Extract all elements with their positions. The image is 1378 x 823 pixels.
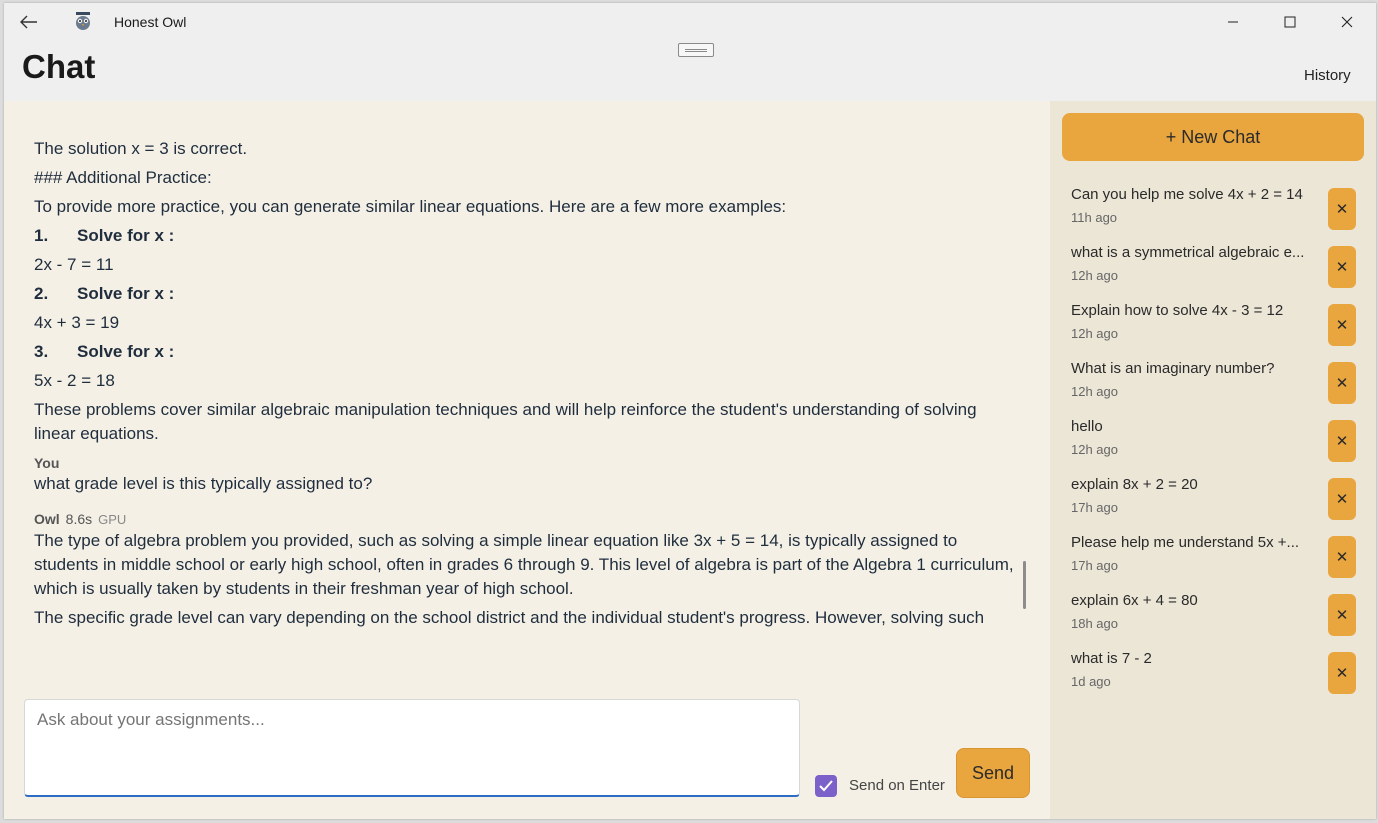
message-scrollbar[interactable] <box>1023 561 1026 609</box>
list-item: 1. Solve for x : <box>34 224 1019 248</box>
equation-text: 4x + 3 = 19 <box>34 313 120 332</box>
send-on-enter-checkbox[interactable] <box>815 775 837 797</box>
history-item[interactable]: explain 6x + 4 = 80 18h ago ✕ <box>1062 589 1368 641</box>
delete-chat-button[interactable]: ✕ <box>1328 652 1356 694</box>
close-window-button[interactable] <box>1324 3 1370 41</box>
user-sender-label: You <box>34 455 60 471</box>
message-text: ### Additional Practice: <box>34 168 212 187</box>
history-item-time: 1d ago <box>1071 674 1111 689</box>
equation-text: 2x - 7 = 11 <box>34 255 114 274</box>
history-sidebar: + New Chat Can you help me solve 4x + 2 … <box>1050 101 1376 819</box>
maximize-button[interactable] <box>1267 3 1313 41</box>
history-item-time: 12h ago <box>1071 384 1118 399</box>
history-item[interactable]: what is 7 - 2 1d ago ✕ <box>1062 647 1368 699</box>
list-item: 3. Solve for x : <box>34 340 1019 364</box>
equation-text: 5x - 2 = 18 <box>34 371 115 390</box>
page-header: Chat History <box>4 41 1376 101</box>
history-item-title: Can you help me solve 4x + 2 = 14 <box>1071 186 1303 203</box>
chat-pane: The solution x = 3 is correct. ### Addit… <box>4 101 1050 819</box>
delete-chat-button[interactable]: ✕ <box>1328 188 1356 230</box>
history-item-time: 17h ago <box>1071 500 1118 515</box>
arrow-left-icon <box>20 15 37 29</box>
send-on-enter-label: Send on Enter <box>849 777 945 794</box>
page-title: Chat <box>22 48 96 85</box>
list-number: 2. <box>34 284 49 303</box>
history-item[interactable]: hello 12h ago ✕ <box>1062 415 1368 467</box>
back-button[interactable] <box>14 9 44 35</box>
history-item-title: explain 8x + 2 = 20 <box>1071 476 1198 493</box>
response-time: 8.6s <box>65 511 93 527</box>
close-icon: ✕ <box>1335 607 1349 624</box>
history-item-time: 17h ago <box>1071 558 1118 573</box>
close-icon: ✕ <box>1335 549 1349 566</box>
delete-chat-button[interactable]: ✕ <box>1328 536 1356 578</box>
close-icon: ✕ <box>1335 375 1349 392</box>
list-number: 3. <box>34 342 49 361</box>
history-item-time: 12h ago <box>1071 442 1118 457</box>
history-item-title: what is a symmetrical algebraic e... <box>1071 244 1305 261</box>
minimize-icon <box>1228 21 1238 23</box>
history-button[interactable]: History <box>1304 67 1351 84</box>
delete-chat-button[interactable]: ✕ <box>1328 362 1356 404</box>
history-item-time: 12h ago <box>1071 326 1118 341</box>
history-item[interactable]: what is a symmetrical algebraic e... 12h… <box>1062 241 1368 293</box>
assistant-message-meta: Owl 8.6s GPU <box>34 510 1019 529</box>
history-item[interactable]: Explain how to solve 4x - 3 = 12 12h ago… <box>1062 299 1368 351</box>
history-item-title: Explain how to solve 4x - 3 = 12 <box>1071 302 1284 319</box>
history-item[interactable]: explain 8x + 2 = 20 17h ago ✕ <box>1062 473 1368 525</box>
title-bar: Honest Owl <box>4 3 1376 41</box>
history-item[interactable]: Can you help me solve 4x + 2 = 14 11h ag… <box>1062 183 1368 235</box>
delete-chat-button[interactable]: ✕ <box>1328 478 1356 520</box>
checkmark-icon <box>819 780 833 792</box>
close-icon: ✕ <box>1335 317 1349 334</box>
delete-chat-button[interactable]: ✕ <box>1328 246 1356 288</box>
pane-resize-handle[interactable] <box>678 43 714 57</box>
history-item-title: hello <box>1071 418 1103 435</box>
close-icon: ✕ <box>1335 259 1349 276</box>
delete-chat-button[interactable]: ✕ <box>1328 304 1356 346</box>
list-label: Solve for x : <box>77 342 175 361</box>
app-window: Honest Owl Chat History The solution x =… <box>4 3 1376 819</box>
app-title: Honest Owl <box>114 14 187 30</box>
history-item-title: Please help me understand 5x +... <box>1071 534 1300 551</box>
assistant-message-text: The specific grade level can vary depend… <box>34 608 985 627</box>
assistant-sender-label: Owl <box>34 511 60 527</box>
list-number: 1. <box>34 226 49 245</box>
maximize-icon <box>1284 16 1296 28</box>
history-item-title: explain 6x + 4 = 80 <box>1071 592 1198 609</box>
message-text: These problems cover similar algebraic m… <box>34 400 977 443</box>
delete-chat-button[interactable]: ✕ <box>1328 420 1356 462</box>
user-message-text: what grade level is this typically assig… <box>34 474 373 493</box>
delete-chat-button[interactable]: ✕ <box>1328 594 1356 636</box>
close-icon: ✕ <box>1335 433 1349 450</box>
message-input[interactable] <box>24 699 800 797</box>
message-text: The solution x = 3 is correct. <box>34 139 248 158</box>
minimize-button[interactable] <box>1210 3 1256 41</box>
new-chat-button[interactable]: + New Chat <box>1062 113 1364 161</box>
message-text: To provide more practice, you can genera… <box>34 197 787 216</box>
close-icon <box>1341 16 1353 28</box>
close-icon: ✕ <box>1335 491 1349 508</box>
message-list[interactable]: The solution x = 3 is correct. ### Addit… <box>34 137 1019 635</box>
history-item[interactable]: What is an imaginary number? 12h ago ✕ <box>1062 357 1368 409</box>
history-item-title: What is an imaginary number? <box>1071 360 1275 377</box>
history-item-time: 11h ago <box>1071 210 1118 225</box>
device-badge: GPU <box>98 512 127 527</box>
history-item-title: what is 7 - 2 <box>1071 650 1152 667</box>
owl-logo-icon <box>76 12 90 30</box>
history-item-time: 18h ago <box>1071 616 1118 631</box>
send-button[interactable]: Send <box>956 748 1030 798</box>
list-item: 2. Solve for x : <box>34 282 1019 306</box>
list-label: Solve for x : <box>77 226 175 245</box>
history-item[interactable]: Please help me understand 5x +... 17h ag… <box>1062 531 1368 583</box>
close-icon: ✕ <box>1335 201 1349 218</box>
history-item-time: 12h ago <box>1071 268 1118 283</box>
assistant-message-text: The type of algebra problem you provided… <box>34 531 1014 598</box>
list-label: Solve for x : <box>77 284 175 303</box>
close-icon: ✕ <box>1335 665 1349 682</box>
